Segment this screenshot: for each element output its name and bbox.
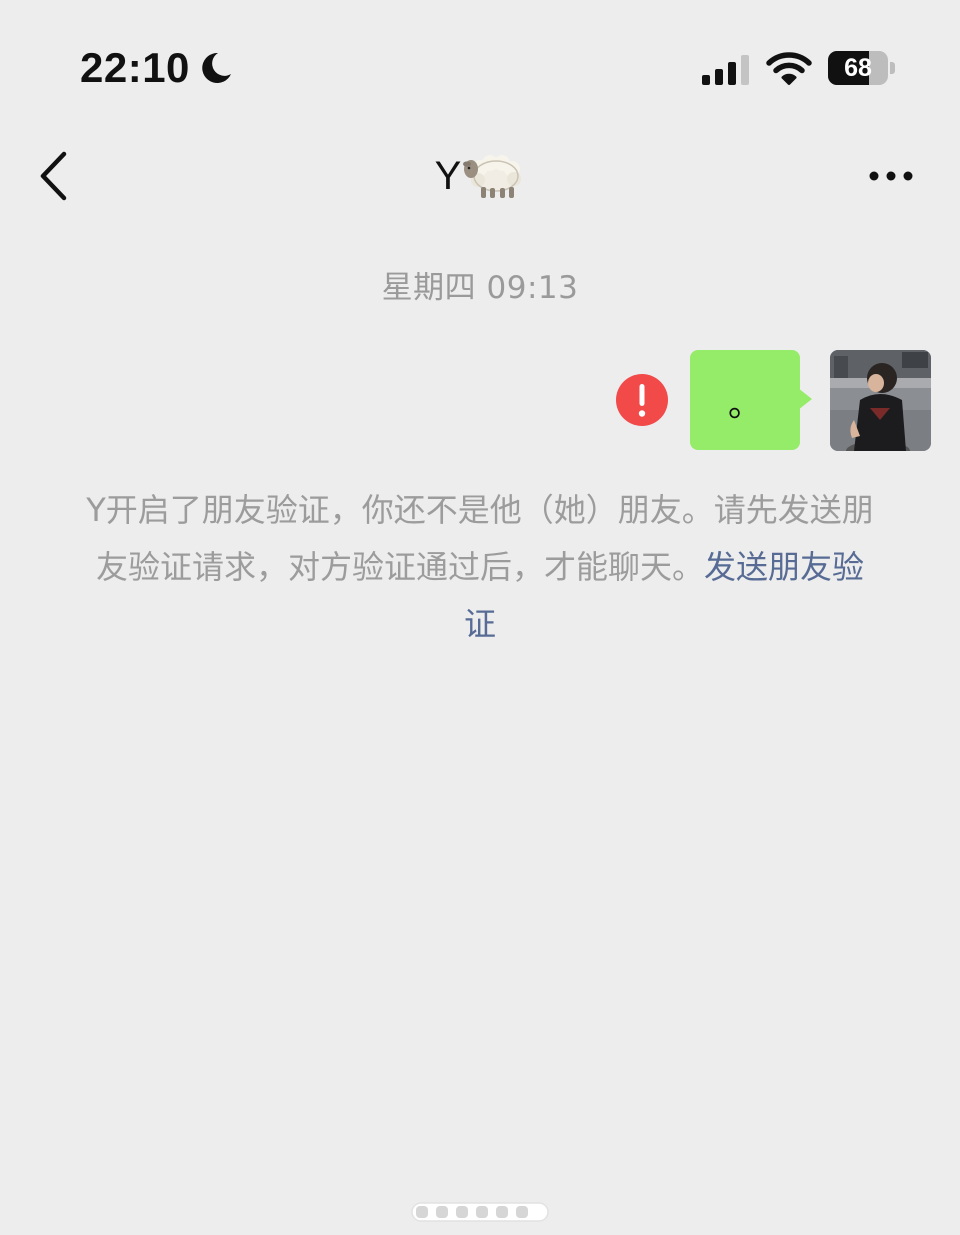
outgoing-message-bubble[interactable]: 。 xyxy=(690,350,800,450)
friend-verification-notice: Y开启了朋友验证，你还不是他（她）朋友。请先发送朋友验证请求，对方验证通过后，才… xyxy=(80,482,880,653)
message-text: 。 xyxy=(728,385,762,425)
message-timestamp: 星期四 09:13 xyxy=(381,270,579,306)
status-bar: 22:10 68 xyxy=(0,0,960,130)
battery-body: 68 xyxy=(828,51,888,85)
home-indicator xyxy=(411,1202,549,1222)
more-options-button[interactable] xyxy=(860,154,924,198)
battery-level: 68 xyxy=(844,54,872,82)
back-button[interactable] xyxy=(28,146,84,206)
avatar[interactable] xyxy=(830,350,931,451)
moon-icon xyxy=(202,52,231,83)
wifi-icon xyxy=(766,52,812,85)
cellular-signal-icon xyxy=(702,55,749,85)
contact-name: Y xyxy=(434,154,462,198)
bubble-tail xyxy=(798,388,812,410)
status-time: 22:10 xyxy=(80,44,190,91)
battery-indicator: 68 xyxy=(828,51,896,85)
error-exclamation-icon[interactable] xyxy=(615,373,669,427)
sheep-icon xyxy=(463,155,522,199)
battery-cap xyxy=(890,62,895,74)
chat-title[interactable]: Y xyxy=(330,148,630,204)
